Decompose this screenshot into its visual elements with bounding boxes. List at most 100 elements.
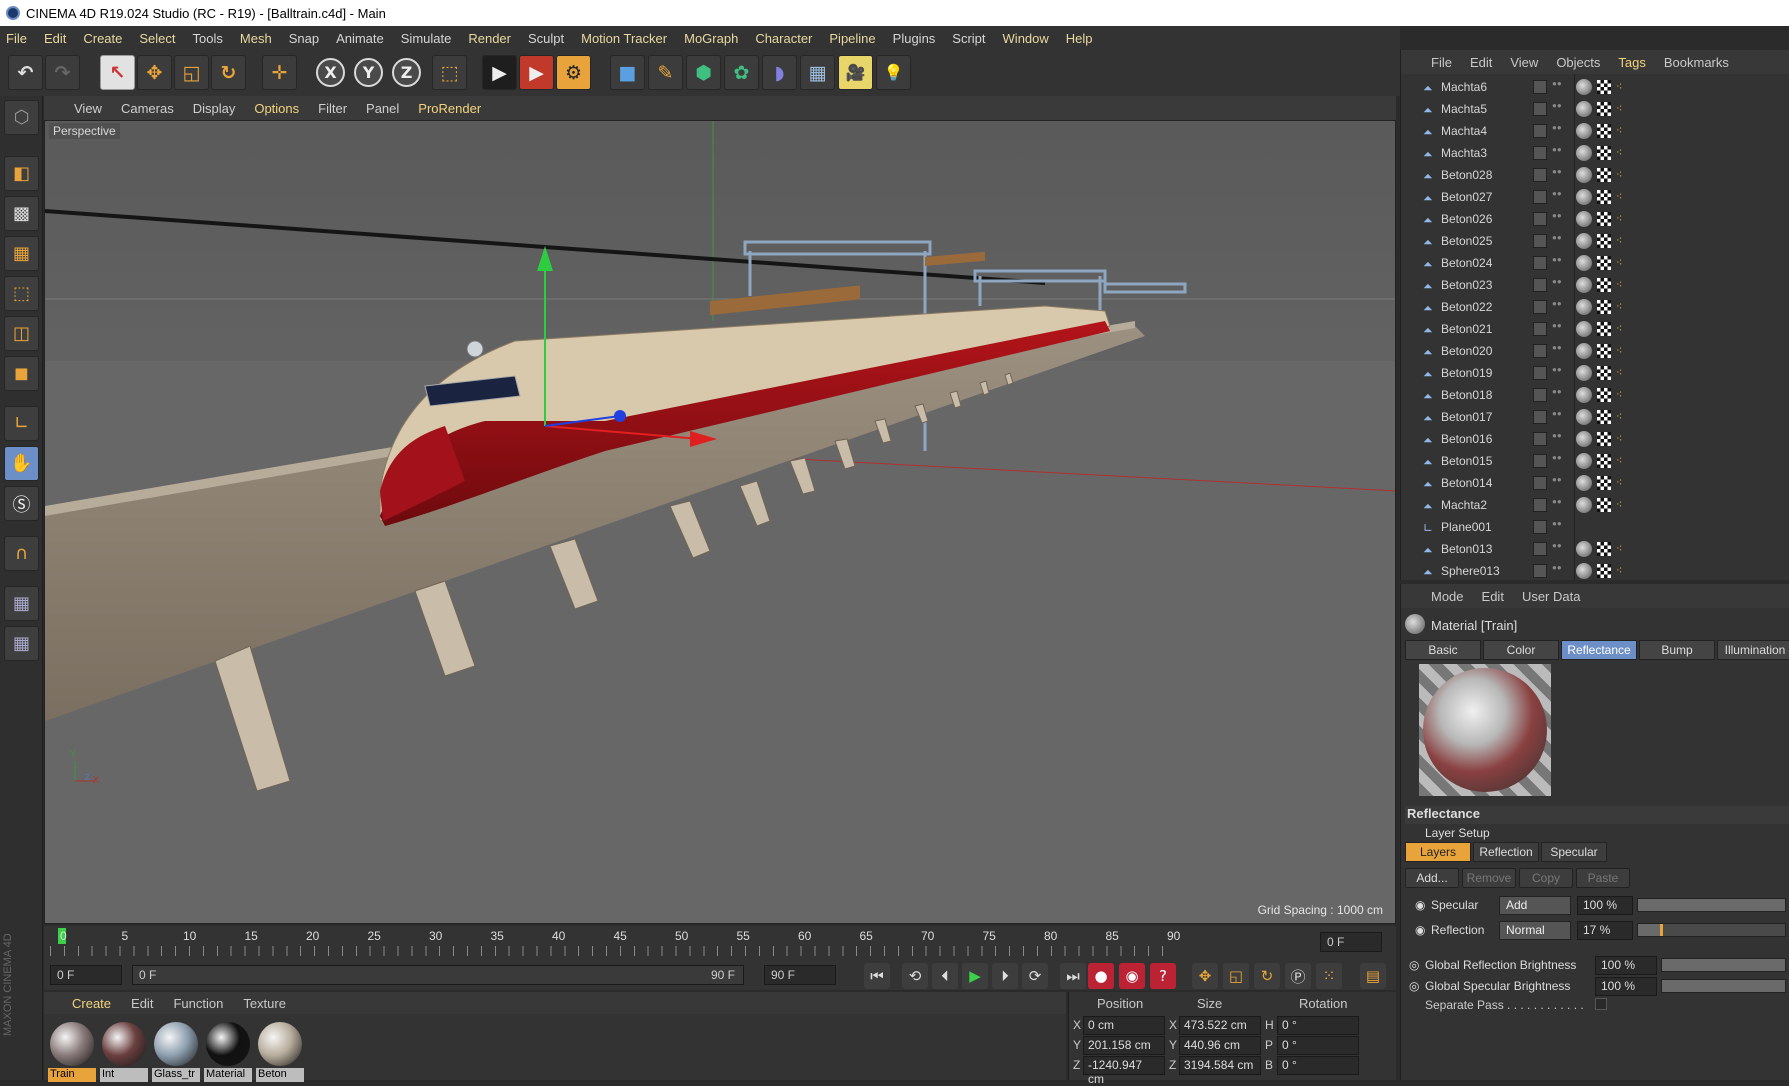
layer-visibility-icon[interactable] (1533, 102, 1547, 116)
phong-tag-icon[interactable] (1576, 189, 1592, 205)
size-field[interactable]: 3194.584 cm (1179, 1056, 1261, 1075)
texture-tag-icon[interactable] (1597, 388, 1611, 402)
layer-blend-mode-dropdown[interactable]: Normal (1499, 921, 1571, 940)
texture-tag-icon[interactable] (1597, 124, 1611, 138)
planar-workplane-button[interactable]: ▦ (4, 626, 39, 661)
object-row[interactable]: ⏶ Machta3 ●● ⁖ (1401, 142, 1789, 164)
selection-tag-icon[interactable]: ⁖ (1616, 476, 1626, 490)
material-swatch[interactable]: Glass_tr (152, 1020, 200, 1082)
phong-tag-icon[interactable] (1576, 101, 1592, 117)
attribute-menu-mode[interactable]: Mode (1431, 589, 1464, 604)
render-picture-viewer-button[interactable]: ▶ (519, 55, 554, 90)
scale-tool-button[interactable]: ◱ (174, 55, 209, 90)
layer-visibility-icon[interactable] (1533, 168, 1547, 182)
object-menu-bookmarks[interactable]: Bookmarks (1664, 55, 1729, 70)
phong-tag-icon[interactable] (1576, 167, 1592, 183)
layer-visibility-icon[interactable] (1533, 322, 1547, 336)
object-row[interactable]: ⏶ Beton026 ●● ⁖ (1401, 208, 1789, 230)
menu-create[interactable]: Create (83, 31, 122, 46)
visibility-dots-icon[interactable]: ●● (1552, 454, 1562, 468)
selection-tag-icon[interactable]: ⁖ (1616, 564, 1626, 578)
key-parameter-button[interactable]: Ⓟ (1285, 963, 1311, 989)
layer-visibility-icon[interactable] (1533, 80, 1547, 94)
object-list[interactable]: ⏶ Machta6 ●● ⁖ ⏶ Machta5 ●● ⁖ ⏶ Machta4 ●● ⁖ ⏶ Machta… (1401, 76, 1789, 580)
texture-tag-icon[interactable] (1597, 344, 1611, 358)
points-mode-button[interactable]: ⬚ (4, 276, 39, 311)
material-swatch[interactable]: Beton (256, 1020, 304, 1082)
layer-visibility-icon[interactable] (1533, 256, 1547, 270)
menu-render[interactable]: Render (468, 31, 511, 46)
position-field[interactable]: 0 cm (1083, 1016, 1165, 1035)
x-axis-lock-button[interactable]: X (316, 58, 345, 87)
last-tool-button[interactable]: ✛ (262, 55, 297, 90)
visibility-dots-icon[interactable]: ●● (1552, 542, 1562, 556)
viewport-menu-cameras[interactable]: Cameras (121, 101, 174, 116)
workplane-mode-button[interactable]: ▦ (4, 236, 39, 271)
layer-tab-layers[interactable]: Layers (1405, 842, 1471, 862)
paste-layer-button[interactable]: Paste (1576, 868, 1630, 888)
material-menu-edit[interactable]: Edit (131, 996, 153, 1011)
phong-tag-icon[interactable] (1576, 299, 1592, 315)
go-to-end-button[interactable]: ⏭ (1060, 963, 1086, 989)
layer-visibility-icon[interactable] (1533, 476, 1547, 490)
visibility-dots-icon[interactable]: ●● (1552, 388, 1562, 402)
layer-visibility-icon[interactable] (1533, 366, 1547, 380)
timeline-ruler[interactable]: 0 5 10 15 20 25 30 35 40 45 50 55 60 65 70 75 80 85 90 0 F (44, 926, 1396, 960)
object-row[interactable]: ⏶ Beton019 ●● ⁖ (1401, 362, 1789, 384)
copy-layer-button[interactable]: Copy (1519, 868, 1573, 888)
visibility-dots-icon[interactable]: ●● (1552, 366, 1562, 380)
tab-color[interactable]: Color (1483, 640, 1559, 660)
preview-range-slider[interactable]: 0 F 90 F (132, 965, 744, 985)
phong-tag-icon[interactable] (1576, 409, 1592, 425)
texture-tag-icon[interactable] (1597, 234, 1611, 248)
previous-key-button[interactable]: ⟲ (902, 963, 928, 989)
end-frame-field[interactable]: 90 F (764, 965, 836, 985)
texture-tag-icon[interactable] (1597, 542, 1611, 556)
visibility-dots-icon[interactable]: ●● (1552, 476, 1562, 490)
menu-help[interactable]: Help (1066, 31, 1093, 46)
visibility-dots-icon[interactable]: ●● (1552, 168, 1562, 182)
texture-tag-icon[interactable] (1597, 300, 1611, 314)
timeline-window-button[interactable]: ▤ (1360, 963, 1386, 989)
subdivision-surface-button[interactable]: ⬢ (686, 55, 721, 90)
pen-spline-button[interactable]: ✎ (648, 55, 683, 90)
coordinate-system-button[interactable]: ⬚ (432, 55, 467, 90)
move-tool-button[interactable]: ✥ (137, 55, 172, 90)
visibility-dots-icon[interactable]: ●● (1552, 322, 1562, 336)
phong-tag-icon[interactable] (1576, 365, 1592, 381)
texture-tag-icon[interactable] (1597, 498, 1611, 512)
deformer-button[interactable]: ◗ (762, 55, 797, 90)
layer-visibility-icon[interactable] (1533, 190, 1547, 204)
material-menu-texture[interactable]: Texture (243, 996, 286, 1011)
object-row[interactable]: ⏶ Beton015 ●● ⁖ (1401, 450, 1789, 472)
material-swatch[interactable]: Material (204, 1020, 252, 1082)
global-brightness-field[interactable]: 100 % (1595, 977, 1657, 996)
menu-mograph[interactable]: MoGraph (684, 31, 738, 46)
z-axis-lock-button[interactable]: Z (392, 58, 421, 87)
menu-script[interactable]: Script (952, 31, 985, 46)
lock-workplane-button[interactable]: ▦ (4, 586, 39, 621)
size-field[interactable]: 473.522 cm (1179, 1016, 1261, 1035)
y-axis-lock-button[interactable]: Y (354, 58, 383, 87)
object-row[interactable]: ⏶ Beton021 ●● ⁖ (1401, 318, 1789, 340)
layer-visibility-icon[interactable] (1533, 388, 1547, 402)
selection-tag-icon[interactable]: ⁖ (1616, 278, 1626, 292)
floor-button[interactable]: ▦ (800, 55, 835, 90)
viewport-menu-panel[interactable]: Panel (366, 101, 399, 116)
menu-file[interactable]: File (6, 31, 27, 46)
phong-tag-icon[interactable] (1576, 387, 1592, 403)
material-menu-function[interactable]: Function (173, 996, 223, 1011)
selection-tag-icon[interactable]: ⁖ (1616, 234, 1626, 248)
menu-snap[interactable]: Snap (289, 31, 319, 46)
texture-tag-icon[interactable] (1597, 102, 1611, 116)
visibility-dots-icon[interactable]: ●● (1552, 80, 1562, 94)
selection-tag-icon[interactable]: ⁖ (1616, 344, 1626, 358)
object-row[interactable]: ⏶ Beton018 ●● ⁖ (1401, 384, 1789, 406)
selection-tag-icon[interactable]: ⁖ (1616, 146, 1626, 160)
visibility-dots-icon[interactable]: ●● (1552, 300, 1562, 314)
viewport-camera-label[interactable]: Perspective (49, 123, 120, 139)
object-menu-edit[interactable]: Edit (1470, 55, 1492, 70)
layer-visibility-icon[interactable] (1533, 498, 1547, 512)
phong-tag-icon[interactable] (1576, 475, 1592, 491)
visibility-dots-icon[interactable]: ●● (1552, 212, 1562, 226)
